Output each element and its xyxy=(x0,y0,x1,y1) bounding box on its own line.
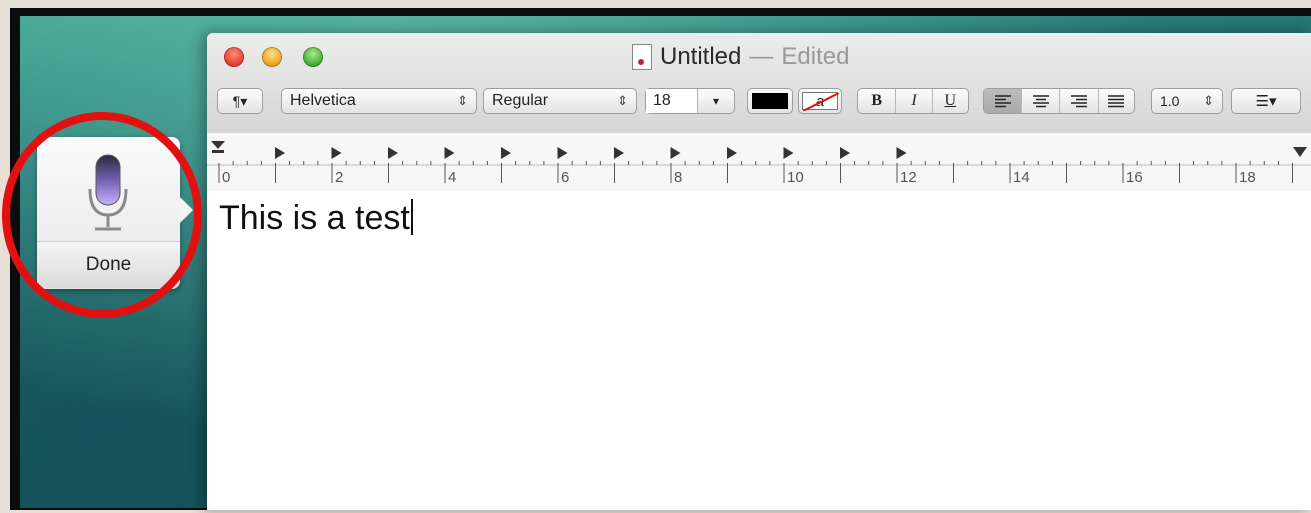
left-indent-marker[interactable] xyxy=(211,141,225,149)
document-text: This is a test xyxy=(219,199,413,238)
ruler-label: 2 xyxy=(335,169,344,186)
tab-stop-marker[interactable] xyxy=(670,147,681,159)
text-cursor xyxy=(410,199,413,235)
document-text-area[interactable]: This is a test xyxy=(207,191,1311,510)
first-line-indent-marker[interactable] xyxy=(212,150,224,153)
window-title: Untitled — Edited xyxy=(632,43,849,71)
alignment-segment xyxy=(983,88,1135,114)
ruler-label: 10 xyxy=(787,169,804,186)
no-color-icon: a xyxy=(802,92,839,111)
ruler-label: 18 xyxy=(1239,169,1256,186)
tab-stop-marker[interactable] xyxy=(614,147,624,159)
title-status: Edited xyxy=(781,43,850,70)
updown-arrows-icon: ⇕ xyxy=(1203,93,1214,108)
chevron-down-icon[interactable]: ▾ xyxy=(698,94,734,108)
ruler-label: 14 xyxy=(1013,169,1030,186)
align-left-icon[interactable] xyxy=(984,89,1023,113)
font-style-value: Regular xyxy=(492,92,549,109)
document-icon[interactable] xyxy=(632,44,652,70)
list-bullets-button[interactable]: ☰▾ xyxy=(1231,88,1301,114)
right-indent-marker[interactable] xyxy=(1293,147,1307,157)
align-center-icon[interactable] xyxy=(1022,89,1061,113)
ruler-label: 0 xyxy=(222,169,231,186)
ruler-label: 16 xyxy=(1126,169,1143,186)
ruler-ticks xyxy=(207,161,1311,183)
font-size-combo[interactable]: 18 ▾ xyxy=(645,88,735,114)
ruler[interactable]: 0 2 4 6 8 10 12 14 16 18 xyxy=(207,133,1311,192)
italic-button[interactable]: I xyxy=(896,89,933,113)
background-color-well[interactable]: a xyxy=(798,88,842,114)
tab-stop-marker[interactable] xyxy=(840,147,850,159)
ruler-scale xyxy=(207,141,1311,183)
ruler-label: 8 xyxy=(674,169,683,186)
text-style-segment: B I U xyxy=(857,88,969,114)
title-separator: — xyxy=(749,43,774,70)
title-bar: Untitled — Edited ¶▾ Helvetica ⇕ Regular… xyxy=(207,33,1311,134)
ruler-label: 6 xyxy=(561,169,570,186)
ruler-label: 12 xyxy=(900,169,917,186)
highlight-circle-annotation xyxy=(2,112,202,318)
tab-stop-marker[interactable] xyxy=(501,147,511,159)
updown-arrows-icon: ⇕ xyxy=(457,93,468,108)
minimize-button[interactable] xyxy=(262,47,282,67)
tab-stop-marker[interactable] xyxy=(557,147,568,159)
ruler-label: 4 xyxy=(448,169,457,186)
tab-stop-marker[interactable] xyxy=(444,147,455,159)
close-button[interactable] xyxy=(224,47,244,67)
text-color-swatch xyxy=(752,93,788,109)
tab-stop-marker[interactable] xyxy=(783,147,794,159)
tab-stop-marker[interactable] xyxy=(388,147,398,159)
tab-stop-marker[interactable] xyxy=(727,147,737,159)
format-toolbar: ¶▾ Helvetica ⇕ Regular ⇕ 18 ▾ a B I U 1.… xyxy=(207,88,1311,118)
underline-button[interactable]: U xyxy=(933,89,968,113)
justify-icon[interactable] xyxy=(1099,89,1134,113)
tab-stops xyxy=(275,147,907,159)
paragraph-styles-button[interactable]: ¶▾ xyxy=(217,88,263,114)
tab-stop-marker[interactable] xyxy=(331,147,342,159)
align-right-icon[interactable] xyxy=(1060,89,1099,113)
document-text-content: This is a test xyxy=(219,199,410,237)
text-color-well[interactable] xyxy=(747,88,793,114)
font-family-value: Helvetica xyxy=(290,92,356,109)
font-size-input[interactable]: 18 xyxy=(646,89,698,113)
tab-stop-marker[interactable] xyxy=(896,147,907,159)
updown-arrows-icon: ⇕ xyxy=(617,93,628,108)
tab-stop-marker[interactable] xyxy=(275,147,285,159)
line-spacing-popup[interactable]: 1.0 ⇕ xyxy=(1151,88,1223,114)
zoom-button[interactable] xyxy=(303,47,323,67)
textedit-window: Untitled — Edited ¶▾ Helvetica ⇕ Regular… xyxy=(207,33,1311,510)
font-family-popup[interactable]: Helvetica ⇕ xyxy=(281,88,477,114)
bold-button[interactable]: B xyxy=(858,89,897,113)
line-spacing-value: 1.0 xyxy=(1160,93,1180,109)
title-text: Untitled xyxy=(660,43,742,70)
font-style-popup[interactable]: Regular ⇕ xyxy=(483,88,637,114)
